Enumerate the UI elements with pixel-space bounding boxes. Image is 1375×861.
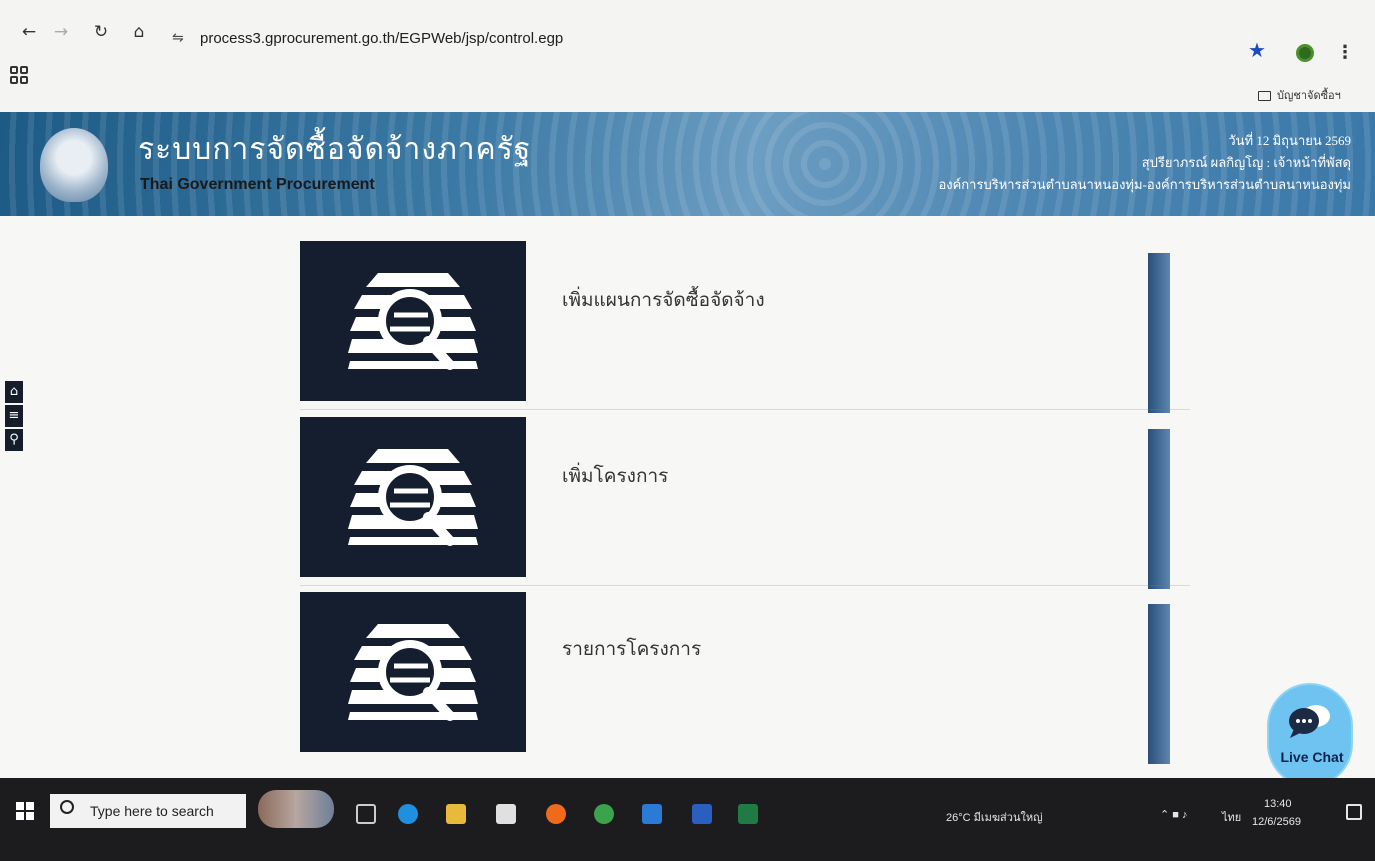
menu-icon[interactable]: ≡ bbox=[5, 405, 23, 427]
site-settings-icon[interactable]: ⇋ bbox=[172, 30, 184, 46]
document-search-icon bbox=[300, 241, 526, 401]
apps-grid-icon[interactable] bbox=[10, 66, 28, 84]
live-chat-button[interactable]: Live Chat bbox=[1267, 683, 1353, 787]
edge-icon[interactable] bbox=[398, 804, 418, 824]
government-emblem-logo bbox=[40, 128, 108, 202]
site-title: ระบบการจัดซื้อจัดจ้างภาครัฐ bbox=[138, 133, 532, 166]
search-icon[interactable]: ⚲ bbox=[5, 429, 23, 451]
agency-name: องค์การบริหารส่วนตำบลนาหนองทุ่ม-องค์การบ… bbox=[938, 177, 1351, 192]
news-widget-thumbnail[interactable] bbox=[258, 790, 334, 828]
user-info: วันที่ 12 มิถุนายน 2569 สุปรียาภรณ์ ผลกิ… bbox=[938, 130, 1351, 196]
address-bar[interactable]: process3.gprocurement.go.th/EGPWeb/jsp/c… bbox=[200, 30, 563, 47]
side-toolbar: ⌂ ≡ ⚲ bbox=[5, 381, 23, 453]
site-header-banner: ระบบการจัดซื้อจัดจ้างภาครัฐ Thai Governm… bbox=[0, 112, 1375, 216]
browser-toolbar: ← → ↻ ⌂ ⇋ process3.gprocurement.go.th/EG… bbox=[0, 0, 1375, 112]
clock-date[interactable]: 12/6/2569 bbox=[1252, 816, 1301, 828]
input-language[interactable]: ไทย bbox=[1222, 808, 1241, 826]
current-date: วันที่ 12 มิถุนายน 2569 bbox=[1228, 133, 1351, 148]
user-name-role: สุปรียาภรณ์ ผลกิญโญ : เจ้าหน้าที่พัสดุ bbox=[1141, 155, 1351, 170]
reload-icon[interactable]: ↻ bbox=[90, 22, 112, 42]
menu-item-label: เพิ่มแผนการจัดซื้อจัดจ้าง bbox=[562, 289, 765, 311]
document-search-icon bbox=[300, 592, 526, 752]
windows-taskbar: Type here to search 26°C มีเมฆส่วนใหญ่ ⌃… bbox=[0, 778, 1375, 861]
back-arrow-icon[interactable]: ← bbox=[18, 22, 40, 42]
bookmark-star-icon[interactable]: ★ bbox=[1248, 38, 1266, 62]
divider bbox=[300, 585, 1190, 586]
home-icon[interactable]: ⌂ bbox=[5, 381, 23, 403]
card-accent-bar bbox=[1148, 429, 1170, 589]
mail-icon[interactable] bbox=[642, 804, 662, 824]
task-view-icon[interactable] bbox=[356, 804, 376, 824]
weather-status[interactable]: 26°C มีเมฆส่วนใหญ่ bbox=[946, 808, 1042, 826]
card-accent-bar bbox=[1148, 253, 1170, 413]
divider bbox=[300, 409, 1190, 410]
card-accent-bar bbox=[1148, 604, 1170, 764]
firefox-icon[interactable] bbox=[546, 804, 566, 824]
bookmark-folder[interactable]: บัญชาจัดซื้อฯ bbox=[1258, 86, 1341, 104]
tray-icons[interactable]: ⌃ ■ ♪ bbox=[1160, 808, 1187, 821]
folder-icon bbox=[1258, 91, 1271, 102]
home-icon[interactable]: ⌂ bbox=[128, 22, 150, 42]
notification-icon[interactable] bbox=[1346, 804, 1362, 820]
excel-icon[interactable] bbox=[738, 804, 758, 824]
document-search-icon bbox=[300, 417, 526, 577]
forward-arrow-icon[interactable]: → bbox=[50, 22, 72, 42]
store-icon[interactable] bbox=[496, 804, 516, 824]
menu-item-label: รายการโครงการ bbox=[562, 638, 702, 660]
windows-start-icon[interactable] bbox=[16, 802, 34, 820]
taskbar-search-placeholder: Type here to search bbox=[90, 803, 214, 819]
chrome-icon[interactable] bbox=[594, 804, 614, 824]
chat-bubble-icon bbox=[1289, 705, 1330, 738]
clock-time[interactable]: 13:40 bbox=[1264, 798, 1292, 810]
menu-item-label: เพิ่มโครงการ bbox=[562, 465, 669, 487]
more-options-icon[interactable]: ⋮ bbox=[1336, 42, 1354, 63]
taskbar-search-box[interactable]: Type here to search bbox=[50, 794, 246, 828]
site-subtitle: Thai Government Procurement bbox=[140, 176, 375, 193]
live-chat-label: Live Chat bbox=[1280, 749, 1344, 765]
profile-avatar[interactable] bbox=[1296, 44, 1314, 62]
word-icon[interactable] bbox=[692, 804, 712, 824]
bookmark-folder-label: บัญชาจัดซื้อฯ bbox=[1277, 90, 1341, 102]
search-icon bbox=[60, 800, 74, 814]
file-explorer-icon[interactable] bbox=[446, 804, 466, 824]
